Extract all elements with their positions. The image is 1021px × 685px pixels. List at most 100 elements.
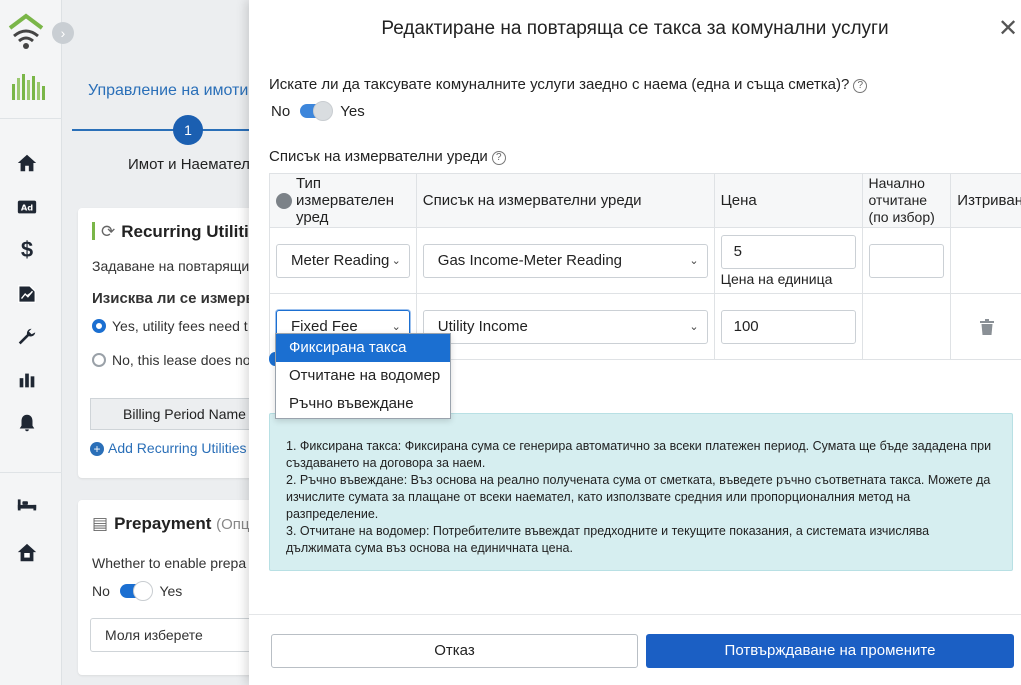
prepayment-question: Whether to enable prepa (92, 555, 247, 571)
footer-divider (249, 614, 1021, 615)
receipt-icon: ▤ (92, 514, 109, 533)
add-link-label: Add Recurring Utilities (108, 440, 247, 456)
meters-section-title: Списък на измервателни уреди? (269, 148, 506, 165)
trash-icon[interactable] (978, 318, 996, 336)
bar-chart-icon[interactable] (14, 367, 40, 393)
chevron-down-icon: ⌄ (689, 254, 699, 267)
meters-title-text: Списък на измервателни уреди (269, 148, 488, 165)
table-header-row: Тип измервателен уред Списък на измерват… (269, 173, 1021, 228)
radio-no-dot[interactable] (92, 353, 106, 367)
toggle-no-label: No (92, 583, 110, 599)
plus-icon: + (90, 442, 104, 456)
meter-type-value: Meter Reading (291, 251, 390, 269)
wrench-icon[interactable] (14, 324, 40, 350)
card-subtitle: Задаване на повтарящи (92, 258, 250, 274)
stepper-step-label: Имот и Наемател (128, 156, 250, 173)
meter-list-select[interactable]: Gas Income-Meter Reading ⌄ (422, 243, 708, 278)
col-type-header: Тип измервателен уред (269, 173, 417, 228)
bill-together-toggle-row: No Yes (271, 101, 365, 121)
prepayment-card: ▤ Prepayment (Опци Whether to enable prep… (78, 500, 278, 675)
rail-divider (0, 472, 62, 473)
page-title: Управление на имоти (88, 82, 249, 99)
meter-type-value: Fixed Fee (291, 317, 358, 335)
prepayment-title: Prepayment (114, 514, 212, 533)
card-title: ⟳ Recurring Utilitie (92, 222, 258, 242)
col-price-header: Цена (713, 173, 863, 228)
recurring-utilities-card: ⟳ Recurring Utilitie Задаване на повтарящ… (78, 208, 278, 478)
row1-initial-cell (861, 227, 952, 294)
rail-divider (0, 118, 62, 119)
add-recurring-utilities-link[interactable]: + Add Recurring Utilities (90, 440, 247, 456)
chevron-down-icon: ⌄ (689, 320, 699, 333)
dollar-icon[interactable]: $ (14, 237, 40, 263)
ad-icon-text: Ad (21, 203, 33, 213)
card-question: Изисква ли се измерва (92, 290, 263, 307)
info-line-3: 3. Отчитане на водомер: Потребителите въ… (286, 524, 930, 555)
toggle-knob (132, 581, 153, 601)
dropdown-option[interactable]: Фиксирана такса (276, 334, 450, 362)
radio-yes-dot[interactable] (92, 319, 106, 333)
col-type-label: Тип измервателен уред (296, 175, 394, 226)
table-row: Meter Reading ⌄ Gas Income-Meter Reading ⌄… (269, 227, 1021, 294)
question-text: Искате ли да таксувате комуналните услуг… (269, 76, 850, 93)
accent-bar (92, 222, 95, 240)
meters-table: Тип измервателен уред Списък на измерват… (269, 173, 1021, 360)
wifi-logo-icon (6, 12, 46, 52)
row2-delete-cell (950, 293, 1021, 360)
prepayment-toggle[interactable] (119, 581, 153, 601)
palette-icon (276, 192, 292, 209)
bell-icon[interactable] (14, 410, 40, 436)
radio-yes-label: Yes, utility fees need t (112, 318, 248, 334)
price-input[interactable]: 5 (720, 234, 856, 269)
stepper-step-1[interactable]: 1 (173, 115, 203, 145)
col-delete-header: Изтриван (950, 173, 1021, 228)
info-line-1: 1. Фиксирана такса: Фиксирана сума се ге… (286, 439, 992, 470)
radio-no[interactable]: No, this lease does no (92, 352, 251, 368)
row1-delete-cell (950, 227, 1021, 294)
info-line-2: 2. Ръчно въвеждане: Въз основа на реално… (286, 473, 991, 521)
toggle-yes-label: Yes (159, 583, 183, 599)
brand-logo-icon (10, 70, 48, 104)
dialog-title: Редактиране на повтаряща се такса за ком… (381, 18, 889, 39)
ad-icon[interactable]: Ad (14, 194, 40, 220)
dropdown-option[interactable]: Ръчно въвеждане (276, 390, 450, 418)
prepayment-toggle-row: No Yes (92, 581, 183, 601)
card-title: ▤ Prepayment (Опци (92, 514, 258, 534)
help-icon[interactable]: ? (491, 151, 506, 165)
dropdown-option[interactable]: Отчитане на водомер (276, 362, 450, 390)
radio-yes[interactable]: Yes, utility fees need t (92, 318, 248, 334)
unit-price-label: Цена на единица (720, 270, 833, 287)
cancel-button[interactable]: Отказ (271, 634, 638, 668)
price-input[interactable]: 100 (720, 309, 856, 344)
row2-list-cell: Utility Income ⌄ (415, 293, 715, 360)
row2-price-cell: 100 (713, 293, 863, 360)
row1-price-cell: 5 Цена на единица (713, 227, 863, 294)
toggle-no-label: No (271, 103, 291, 120)
meter-list-value: Gas Income-Meter Reading (437, 251, 623, 269)
info-box: 1. Фиксирана такса: Фиксирана сума се ге… (269, 413, 1013, 571)
refresh-icon: ⟳ (101, 222, 116, 241)
collapse-arrow-icon[interactable]: › (52, 22, 74, 44)
row2-initial-cell (861, 293, 952, 360)
meter-list-select[interactable]: Utility Income ⌄ (422, 309, 708, 344)
close-icon[interactable]: ✕ (997, 17, 1019, 41)
report-icon[interactable] (14, 281, 40, 307)
help-icon[interactable]: ? (853, 79, 868, 93)
house-lock-icon[interactable] (14, 540, 40, 566)
bed-icon[interactable] (14, 491, 40, 517)
confirm-changes-button[interactable]: Потвърждаване на промените (646, 634, 1014, 668)
meter-type-select[interactable]: Meter Reading ⌄ (276, 243, 410, 278)
toggle-knob (313, 101, 334, 121)
meter-list-value: Utility Income (437, 317, 528, 335)
col-list-header: Списък на измервателни уреди (415, 173, 715, 228)
home-icon[interactable] (14, 150, 40, 176)
row1-type-cell: Meter Reading ⌄ (269, 227, 417, 294)
left-nav-rail: › Ad $ (0, 0, 74, 685)
initial-reading-input[interactable] (868, 243, 945, 278)
bill-together-toggle[interactable] (300, 101, 334, 121)
meter-type-dropdown: Фиксирана такса Отчитане на водомер Ръчн… (275, 333, 451, 419)
card-title-text: Recurring Utilitie (121, 222, 259, 241)
bill-together-question: Искате ли да таксувате комуналните услуг… (269, 76, 868, 93)
row1-list-cell: Gas Income-Meter Reading ⌄ (415, 227, 715, 294)
toggle-yes-label: Yes (340, 103, 365, 120)
